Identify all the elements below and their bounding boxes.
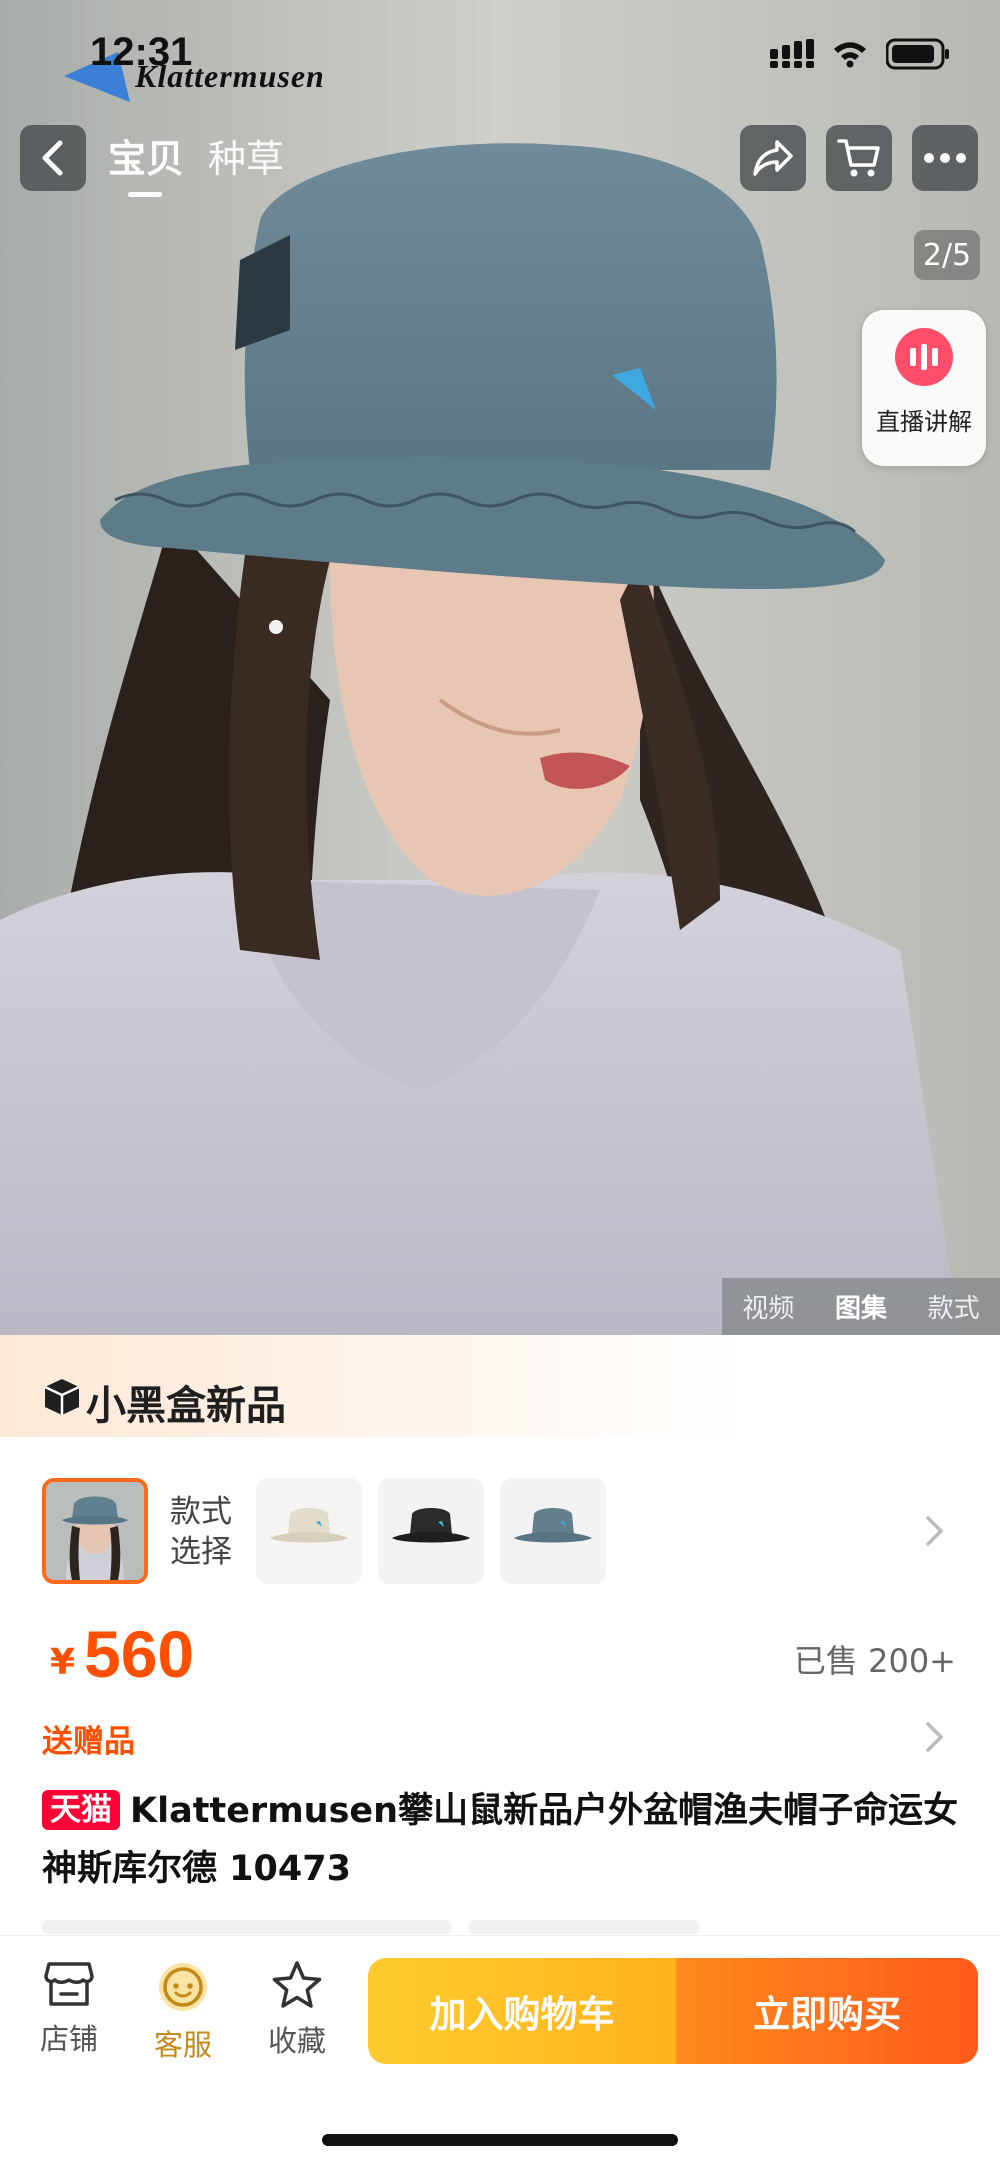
variant-thumb-blue[interactable]: [500, 1478, 606, 1584]
variant-image-beige-hat: [256, 1478, 362, 1584]
variant-image-black-hat: [378, 1478, 484, 1584]
tmall-badge: 天猫: [42, 1790, 120, 1830]
live-explanation-button[interactable]: 直播讲解: [862, 310, 986, 466]
new-banner-text: 小黑盒新品: [86, 1383, 286, 1429]
customer-service-icon: [159, 1963, 207, 2011]
share-icon: [753, 140, 793, 176]
wifi-icon: [834, 42, 866, 68]
product-title-text: Klattermusen攀山鼠新品户外盆帽渔夫帽子命运女神斯库尔德 10473: [42, 1791, 959, 1889]
chevron-right-icon: [926, 1722, 944, 1752]
chevron-left-icon: [42, 140, 63, 176]
product-image-gallery[interactable]: Klattermusen 12:31 宝贝 种草 2/5 直播讲解 视频 图集 …: [0, 0, 1000, 1335]
price-amount: 560: [84, 1617, 195, 1691]
shop-label: 店铺: [39, 2022, 98, 2056]
media-tabs: 视频 图集 款式: [722, 1278, 1000, 1335]
share-button[interactable]: [740, 125, 806, 191]
top-navigation: 宝贝 种草: [0, 120, 1000, 200]
variant-thumb-black[interactable]: [378, 1478, 484, 1584]
media-tab-video[interactable]: 视频: [742, 1288, 794, 1325]
back-button[interactable]: [20, 125, 86, 191]
variant-thumb-selected[interactable]: [42, 1478, 148, 1584]
new-product-banner: 小黑盒新品: [0, 1335, 1000, 1437]
sold-count: 已售 200+: [793, 1642, 956, 1680]
cart-button[interactable]: [826, 125, 892, 191]
variant-image-model: [46, 1482, 144, 1580]
tab-product[interactable]: 宝贝: [108, 128, 184, 197]
price-currency: ¥: [50, 1642, 76, 1683]
live-stream-icon: [895, 328, 953, 386]
variant-label: 款式 选择: [170, 1492, 232, 1572]
chevron-right-icon[interactable]: [924, 1514, 946, 1548]
buy-now-button[interactable]: 立即购买: [676, 1958, 978, 2064]
more-button[interactable]: [912, 125, 978, 191]
star-icon: [272, 1961, 322, 2008]
tab-recommend[interactable]: 种草: [208, 128, 284, 191]
nav-tabs: 宝贝 种草: [108, 128, 284, 197]
tag-placeholder: [468, 1920, 700, 1934]
shop-icon: [44, 1962, 94, 2006]
shopping-cart-icon: [837, 139, 880, 177]
tag-placeholder: [42, 1920, 452, 1934]
battery-icon: [886, 38, 949, 70]
variant-thumb-beige[interactable]: [256, 1478, 362, 1584]
product-title: 天猫 Klattermusen攀山鼠新品户外盆帽渔夫帽子命运女神斯库尔德 1047…: [42, 1782, 962, 1898]
media-tab-style[interactable]: 款式: [928, 1288, 980, 1325]
variant-label-line1: 款式: [170, 1494, 232, 1530]
variant-label-line2: 选择: [170, 1534, 232, 1570]
status-time: 12:31: [90, 30, 193, 74]
black-box-icon: [44, 1379, 80, 1415]
favorite-button[interactable]: 收藏: [252, 1960, 342, 2060]
home-indicator[interactable]: [322, 2134, 678, 2146]
gift-row[interactable]: 送赠品: [0, 1710, 1000, 1766]
gift-label: 送赠品: [42, 1724, 135, 1760]
add-to-cart-button[interactable]: 加入购物车: [368, 1958, 676, 2064]
variant-selector: 款式 选择: [0, 1478, 1000, 1588]
image-counter: 2/5: [914, 230, 980, 280]
favorite-label: 收藏: [267, 2024, 326, 2058]
live-label: 直播讲解: [876, 408, 972, 436]
cellular-signal-icon: [770, 39, 814, 68]
service-label: 客服: [153, 2028, 212, 2062]
status-bar: Klattermusen 12:31: [0, 0, 1000, 110]
media-tab-gallery[interactable]: 图集: [835, 1288, 887, 1325]
system-icons: [770, 38, 950, 70]
variant-image-blue-hat: [500, 1478, 606, 1584]
product-photo: [0, 0, 1000, 1335]
bottom-action-bar: 店铺 客服 收藏 加入购物车 立即购买: [0, 1935, 1000, 2164]
customer-service-button[interactable]: 客服: [138, 1960, 228, 2064]
more-dots-icon: [924, 153, 966, 163]
price-row: ¥ 560 已售 200+: [0, 1612, 1000, 1692]
shop-button[interactable]: 店铺: [24, 1960, 114, 2058]
